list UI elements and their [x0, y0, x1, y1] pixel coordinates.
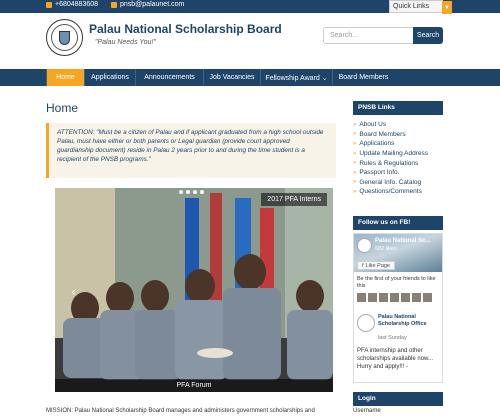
sidebar-link-applications[interactable]: » Applications [353, 139, 448, 149]
arrow-icon: » [353, 179, 357, 186]
sidebar-link-passport-info[interactable]: » Passport Info. [353, 168, 448, 178]
sidebar-link-board-members[interactable]: » Board Members [353, 130, 448, 140]
login-heading: Login [353, 392, 443, 406]
photo-slider[interactable]: ‹ 2017 PFA Interns PFA Forum [55, 188, 333, 392]
pnsb-links-heading: PNSB Links [353, 101, 443, 115]
sidebar-link-questions-comments[interactable]: » Questions/Comments [353, 187, 448, 197]
quick-links-dropdown[interactable]: Quick Links ▼ [389, 0, 452, 14]
nav-applications[interactable]: Applications [84, 69, 135, 86]
fb-post-text: PFA internship and other scholarships av… [357, 348, 434, 370]
phone-contact: +6804883608 [46, 1, 98, 8]
chevron-down-icon[interactable]: ▼ [442, 1, 452, 14]
sidebar-link-general-info-catalog[interactable]: » General Info. Catalog [353, 178, 448, 188]
facebook-widget[interactable]: Palau National Sc... 682 likes f Like Pag… [353, 233, 443, 383]
search-button[interactable]: Search [413, 27, 443, 44]
fb-friend-faces [357, 293, 432, 302]
facebook-icon: f [362, 262, 364, 269]
top-bar: +6804883608 pnsb@palaunet.com Quick Link… [0, 0, 500, 14]
email-contact[interactable]: pnsb@palaunet.com [111, 1, 184, 8]
main-nav: Home Applications Announcements Job Vaca… [0, 69, 500, 86]
seal-icon [59, 30, 70, 45]
phone-number: +6804883608 [55, 1, 99, 8]
arrow-icon: » [353, 121, 357, 128]
site-title[interactable]: Palau National Scholarship Board [89, 22, 282, 36]
slider-caption-bottom: PFA Forum [55, 379, 333, 392]
phone-icon [46, 1, 52, 8]
fb-friends-text: Be the first of your friends to like thi… [357, 276, 436, 289]
fb-post-time[interactable]: last Sunday [378, 335, 407, 341]
nav-board-members[interactable]: Board Members [332, 69, 394, 86]
nav-home[interactable]: Home [46, 69, 84, 86]
sidebar-link-update-mailing-address[interactable]: » Update Mailing Address [353, 149, 448, 159]
fb-like-button[interactable]: f Like Page [357, 261, 395, 270]
fb-post-avatar[interactable] [357, 314, 375, 332]
slider-photo: ‹ [55, 188, 333, 392]
sidebar-link-about-us[interactable]: » About Us [353, 120, 448, 130]
page-title: Home [46, 101, 79, 115]
pnsb-links-list: » About Us » Board Members » Applications »… [353, 120, 448, 197]
arrow-icon: » [353, 188, 357, 195]
fb-page-avatar[interactable] [357, 238, 372, 253]
login-username-label: Username [353, 408, 381, 414]
arrow-icon: » [353, 140, 357, 147]
mission-text: MISSION: Palau National Scholarship Boar… [46, 408, 315, 414]
fb-post-author[interactable]: Palau National Scholarship Office [378, 314, 440, 328]
fb-heading: Follow us on FB! [353, 216, 443, 230]
nav-fellowship-award[interactable]: Fellowship Award ⌄ [260, 69, 332, 86]
slider-caption-top: 2017 PFA Interns [261, 193, 327, 206]
fb-like-count: 682 likes [375, 246, 397, 252]
fb-page-name[interactable]: Palau National Sc... [375, 238, 430, 244]
email-address[interactable]: pnsb@palaunet.com [120, 1, 184, 8]
arrow-icon: » [353, 169, 357, 176]
search-input[interactable]: Search... [323, 27, 416, 44]
svg-text:‹: ‹ [71, 285, 76, 299]
attention-notice: ATTENTION: "Must be a citizen of Palau a… [46, 123, 336, 178]
sidebar-link-rules-regulations[interactable]: » Rules & Regulations [353, 158, 448, 168]
quick-links-label: Quick Links [393, 3, 430, 10]
site-tagline: "Palau Needs You!" [95, 39, 156, 46]
nav-job-vacancies[interactable]: Job Vacancies [203, 69, 260, 86]
site-logo[interactable] [46, 19, 83, 56]
arrow-icon: » [353, 160, 357, 167]
arrow-icon: » [353, 131, 357, 138]
nav-announcements[interactable]: Announcements [135, 69, 203, 86]
email-icon [111, 1, 117, 8]
arrow-icon: » [353, 150, 357, 157]
